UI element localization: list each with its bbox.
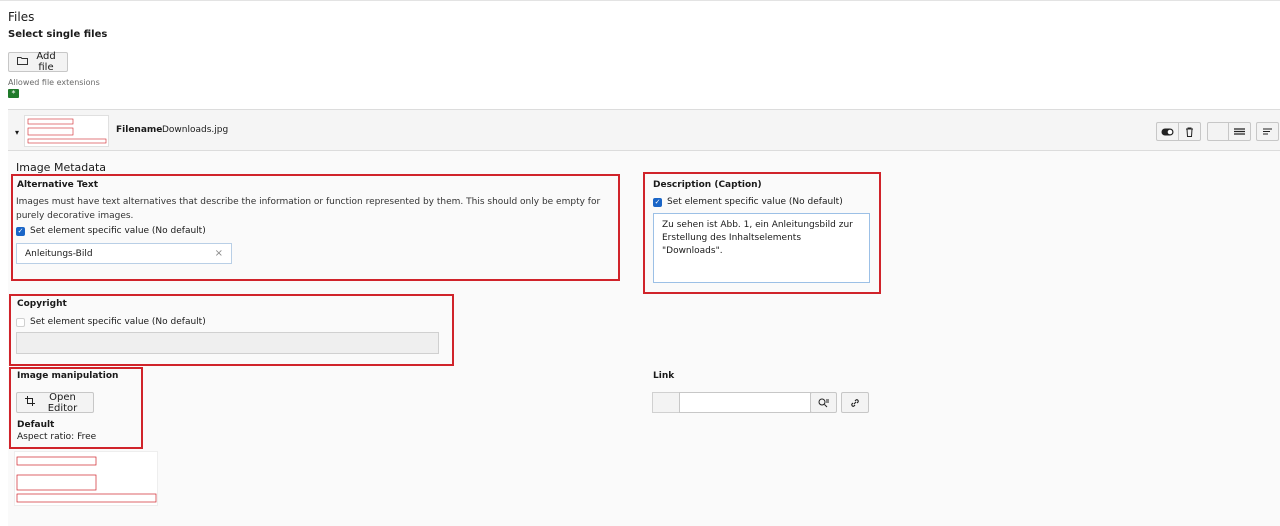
sort-controls [1256, 122, 1279, 141]
checkbox-unchecked-icon [16, 317, 25, 327]
crop-variant-default-label: Default [17, 420, 55, 430]
copyright-checkbox-label: Set element specific value (No default) [30, 317, 206, 327]
select-single-files-label: Select single files [8, 29, 108, 40]
folder-icon [17, 56, 28, 68]
filename-value: Downloads.jpg [162, 125, 229, 135]
allowed-extensions-label: Allowed file extensions [8, 78, 100, 87]
checkbox-checked-icon: ✓ [653, 197, 662, 207]
alt-checkbox-label: Set element specific value (No default) [30, 226, 206, 236]
crop-preview-thumbnail [14, 451, 158, 506]
file-thumbnail [24, 115, 109, 147]
description-value: Zu sehen ist Abb. 1, ein Anleitungsbild … [662, 220, 853, 256]
image-manipulation-label: Image manipulation [17, 371, 119, 381]
image-metadata-title: Image Metadata [16, 161, 107, 174]
top-divider [0, 0, 1280, 1]
open-editor-label: Open Editor [47, 391, 78, 414]
description-textarea[interactable]: Zu sehen ist Abb. 1, ein Anleitungsbild … [653, 213, 870, 283]
alternative-text-label: Alternative Text [17, 180, 99, 190]
copyright-input [16, 332, 439, 354]
description-label: Description (Caption) [653, 180, 762, 190]
trash-icon[interactable] [1179, 123, 1200, 140]
files-title: Files [8, 10, 35, 24]
menu-icon[interactable] [1229, 123, 1250, 140]
crop-icon [25, 396, 35, 409]
copyright-highlight [9, 294, 454, 366]
clear-icon[interactable]: × [215, 248, 223, 259]
link-browse-icon[interactable] [810, 392, 837, 413]
empty-control[interactable] [1208, 123, 1229, 140]
toggle-icon[interactable] [1157, 123, 1179, 140]
filename-label: Filename [116, 125, 163, 135]
visibility-delete-controls [1156, 122, 1201, 141]
link-label: Link [653, 371, 675, 381]
alternative-text-input[interactable]: Anleitungs-Bild × [16, 243, 232, 264]
sort-icon[interactable] [1257, 123, 1278, 140]
checkbox-checked-icon: ✓ [16, 226, 25, 236]
alternative-text-value: Anleitungs-Bild [25, 248, 93, 259]
link-input[interactable] [679, 392, 811, 413]
aspect-ratio-text: Aspect ratio: Free [17, 432, 97, 442]
allowed-extension-badge: * [8, 89, 19, 98]
copyright-specific-checkbox[interactable]: Set element specific value (No default) [16, 317, 206, 327]
add-file-label: Add file [36, 51, 56, 73]
description-checkbox-label: Set element specific value (No default) [667, 197, 843, 207]
description-specific-checkbox[interactable]: ✓ Set element specific value (No default… [653, 197, 843, 207]
alternative-text-help: Images must have text alternatives that … [16, 197, 601, 221]
caret-down-icon[interactable]: ▾ [15, 128, 19, 137]
add-file-button[interactable]: Add file [8, 51, 68, 73]
open-editor-button[interactable]: Open Editor [16, 391, 94, 414]
menu-controls [1207, 122, 1251, 141]
link-prefix-field [652, 392, 680, 413]
link-icon[interactable] [841, 392, 869, 413]
alt-specific-checkbox[interactable]: ✓ Set element specific value (No default… [16, 226, 206, 236]
copyright-label: Copyright [17, 299, 67, 309]
